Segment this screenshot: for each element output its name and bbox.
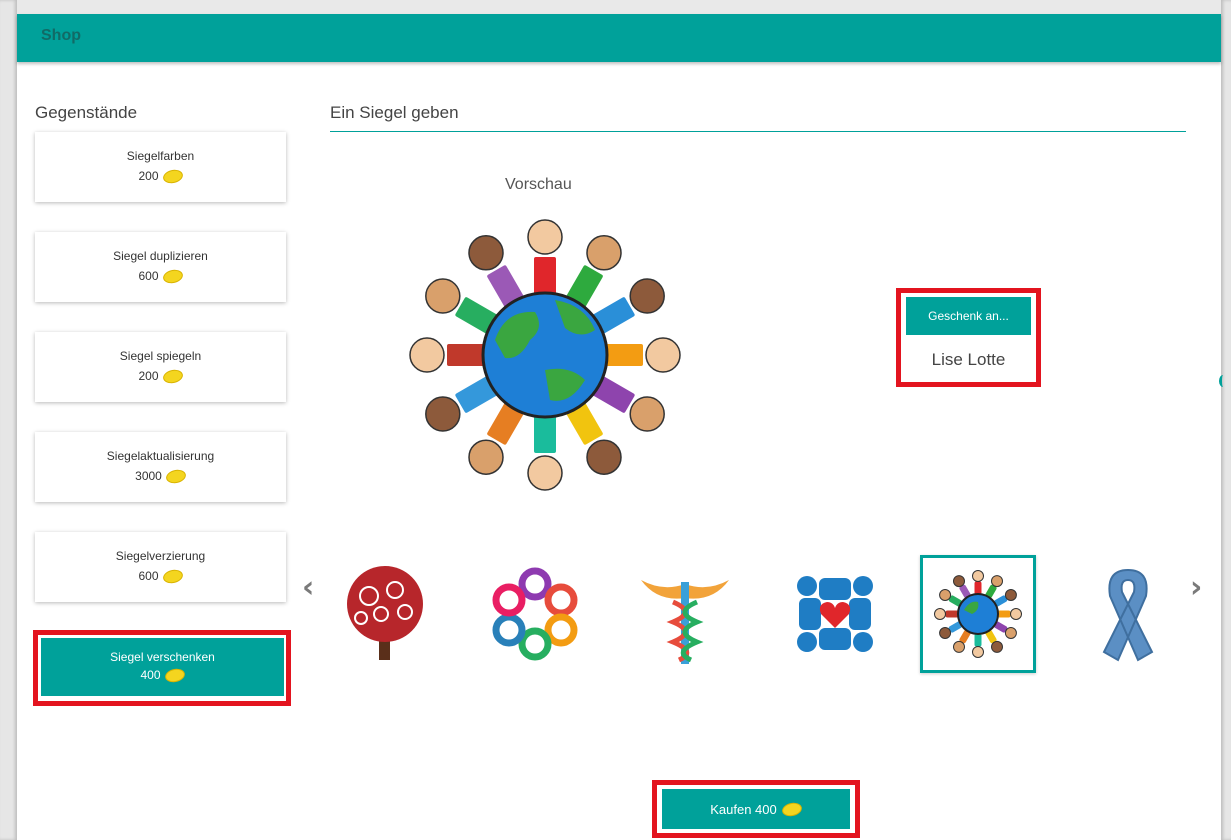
coin-icon xyxy=(161,267,184,285)
child-head xyxy=(972,646,984,658)
seal-thumbnail-ribbons[interactable] xyxy=(477,555,593,673)
child-body xyxy=(974,581,982,595)
item-name: Siegelfarben xyxy=(126,149,195,163)
item-price: 200 xyxy=(138,167,184,185)
child-head xyxy=(939,589,952,601)
shop-header: Shop xyxy=(17,14,1221,62)
children-globe-seal-icon xyxy=(934,570,1022,658)
item-siegelaktualisierung[interactable]: Siegelaktualisierung 3000 xyxy=(35,432,286,502)
child-head xyxy=(953,575,965,588)
carousel-prev-icon[interactable]: ‹ xyxy=(302,570,314,605)
price-value: 3000 xyxy=(135,469,162,483)
seal-preview-image xyxy=(409,219,681,491)
edge-handle-icon xyxy=(1219,375,1227,387)
child-head xyxy=(934,608,946,620)
section-title: Ein Siegel geben xyxy=(330,103,459,122)
ribbons-circle-seal-icon xyxy=(492,567,578,661)
child-head xyxy=(586,439,622,475)
item-price: 600 xyxy=(138,567,184,585)
coin-icon xyxy=(780,800,803,818)
gift-to-button[interactable]: Geschenk an... xyxy=(906,297,1031,335)
coin-icon xyxy=(161,167,184,185)
child-body xyxy=(534,257,556,297)
item-name: Siegel verschenken xyxy=(110,650,215,664)
child-head xyxy=(468,235,504,271)
item-name: Siegelaktualisierung xyxy=(106,449,215,463)
child-head xyxy=(527,219,563,255)
coin-icon xyxy=(161,567,184,585)
window-edge-left xyxy=(0,0,17,840)
coin-icon xyxy=(161,367,184,385)
coin-icon xyxy=(164,467,187,485)
preview-label: Vorschau xyxy=(505,176,572,193)
child-head xyxy=(1004,589,1017,601)
item-siegel-duplizieren[interactable]: Siegel duplizieren 600 xyxy=(35,232,286,302)
seal-thumbnail-caduceus[interactable] xyxy=(627,555,743,673)
window-edge-right xyxy=(1221,0,1231,840)
buy-button[interactable]: Kaufen 400 xyxy=(662,789,850,829)
child-head xyxy=(972,570,984,582)
coin-icon xyxy=(163,666,186,684)
price-value: 600 xyxy=(138,269,159,283)
child-head xyxy=(409,337,445,373)
child-head xyxy=(645,337,681,373)
seal-thumbnail-blue-ribbon[interactable] xyxy=(1070,555,1186,673)
item-siegel-verschenken[interactable]: Siegel verschenken 400 xyxy=(41,638,284,696)
child-head xyxy=(1010,608,1022,620)
item-siegelfarben[interactable]: Siegelfarben 200 xyxy=(35,132,286,202)
item-price: 400 xyxy=(140,666,186,684)
seal-thumbnail-tree[interactable] xyxy=(327,555,443,673)
child-head xyxy=(629,396,665,432)
item-price: 3000 xyxy=(135,467,187,485)
blue-ribbon-seal-icon xyxy=(1102,568,1154,662)
item-siegelverzierung[interactable]: Siegelverzierung 600 xyxy=(35,532,286,602)
item-name: Siegelverzierung xyxy=(115,549,206,563)
child-head xyxy=(425,396,461,432)
recipient-name: Lise Lotte xyxy=(931,350,1006,369)
price-value: 400 xyxy=(140,668,161,682)
child-head xyxy=(468,439,504,475)
window-edge-top xyxy=(0,0,1231,14)
child-body xyxy=(997,610,1011,618)
child-body xyxy=(603,344,643,366)
price-value: 200 xyxy=(138,169,159,183)
child-body xyxy=(447,344,487,366)
tree-seal-icon xyxy=(347,566,423,660)
item-price: 600 xyxy=(138,267,184,285)
seal-thumbnail-people-heart[interactable] xyxy=(777,555,893,673)
seal-thumbnail-children-globe[interactable] xyxy=(920,555,1036,673)
buy-button-label: Kaufen 400 xyxy=(710,801,777,817)
child-head xyxy=(1004,627,1017,639)
child-head xyxy=(991,575,1003,588)
child-head xyxy=(991,640,1003,653)
item-price: 200 xyxy=(138,367,184,385)
app-window: Shop Gegenstände Siegelfarben 200 Siegel… xyxy=(0,0,1231,840)
child-head xyxy=(629,278,665,314)
item-name: Siegel spiegeln xyxy=(119,349,202,363)
child-head xyxy=(953,640,965,653)
child-head xyxy=(939,627,952,639)
people-heart-seal-icon xyxy=(797,576,873,652)
child-body xyxy=(974,633,982,647)
child-head xyxy=(527,455,563,491)
item-name: Siegel duplizieren xyxy=(113,249,208,263)
sidebar-title: Gegenstände xyxy=(35,103,138,122)
header-title: Shop xyxy=(41,27,81,44)
child-body xyxy=(945,610,959,618)
carousel-next-icon[interactable]: › xyxy=(1190,570,1202,605)
section-divider xyxy=(330,131,1186,132)
child-body xyxy=(534,413,556,453)
price-value: 200 xyxy=(138,369,159,383)
price-value: 600 xyxy=(138,569,159,583)
child-head xyxy=(425,278,461,314)
child-head xyxy=(586,235,622,271)
item-siegel-spiegeln[interactable]: Siegel spiegeln 200 xyxy=(35,332,286,402)
caduceus-puzzle-seal-icon xyxy=(641,580,729,664)
